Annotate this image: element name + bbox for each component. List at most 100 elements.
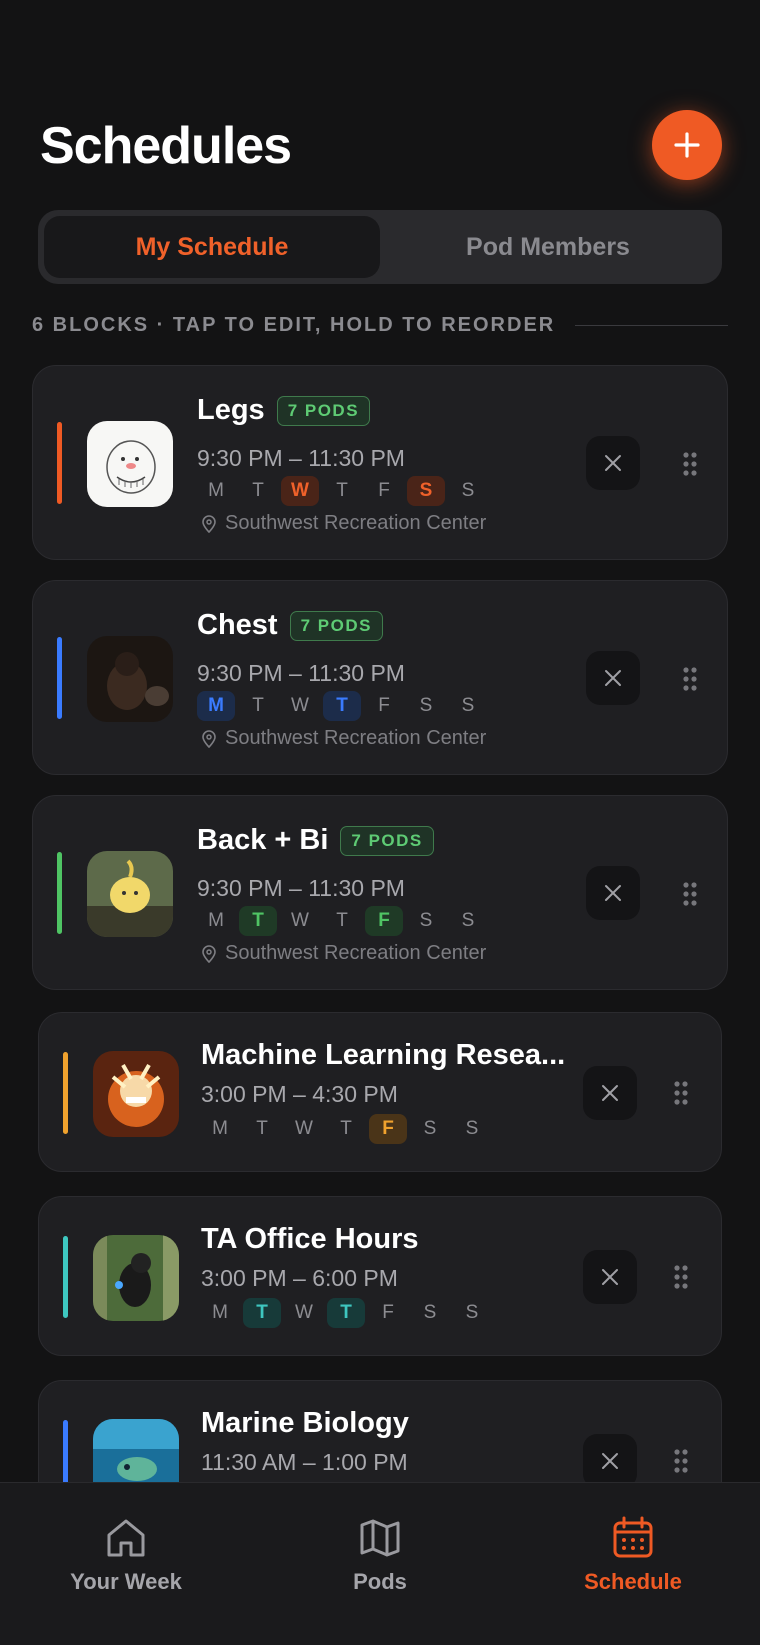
block-time: 9:30 PM – 11:30 PM: [197, 875, 405, 901]
day-toggle[interactable]: T: [239, 476, 277, 506]
block-thumbnail: [87, 851, 173, 937]
block-time: 3:00 PM – 4:30 PM: [201, 1081, 398, 1107]
divider: [575, 324, 728, 326]
schedule-block-card[interactable]: Legs 7 PODS 9:30 PM – 11:30 PM MTWTFSS S…: [32, 365, 728, 560]
add-block-button[interactable]: [652, 110, 722, 180]
day-toggle[interactable]: S: [411, 1114, 449, 1144]
block-thumbnail: [93, 1235, 179, 1321]
tab-label: Your Week: [70, 1569, 182, 1594]
day-toggle[interactable]: W: [285, 1114, 323, 1144]
remove-block-button[interactable]: [586, 436, 640, 490]
tab-schedule[interactable]: Schedule: [533, 1515, 733, 1595]
day-toggle[interactable]: S: [407, 691, 445, 721]
day-toggle[interactable]: W: [281, 906, 319, 936]
day-toggle[interactable]: F: [369, 1114, 407, 1144]
location-pin-icon: [202, 944, 216, 963]
day-toggle[interactable]: S: [449, 906, 487, 936]
day-toggle[interactable]: T: [323, 906, 361, 936]
schedule-block-card[interactable]: Machine Learning Resea... 3:00 PM – 4:30…: [38, 1012, 722, 1172]
segment-my-schedule[interactable]: My Schedule: [44, 216, 380, 278]
block-location: Southwest Recreation Center: [201, 512, 486, 535]
block-name: Back + Bi: [197, 824, 329, 856]
day-toggle[interactable]: W: [281, 476, 319, 506]
remove-block-button[interactable]: [583, 1066, 637, 1120]
block-location: Southwest Recreation Center: [201, 727, 486, 750]
day-toggle[interactable]: T: [327, 1114, 365, 1144]
tab-label: Pods: [353, 1569, 407, 1594]
schedule-block-card[interactable]: Back + Bi 7 PODS 9:30 PM – 11:30 PM MTWT…: [32, 795, 728, 990]
block-thumbnail: [87, 636, 173, 722]
schedule-block-card[interactable]: TA Office Hours 3:00 PM – 6:00 PM MTWTFS…: [38, 1196, 722, 1356]
tab-your-week[interactable]: Your Week: [26, 1515, 226, 1595]
drag-handle-icon[interactable]: [673, 1448, 689, 1474]
location-pin-icon: [202, 514, 216, 533]
day-toggle[interactable]: S: [453, 1114, 491, 1144]
remove-block-button[interactable]: [586, 651, 640, 705]
block-name: Marine Biology: [201, 1407, 409, 1439]
day-toggle[interactable]: T: [243, 1298, 281, 1328]
block-time: 9:30 PM – 11:30 PM: [197, 660, 405, 686]
day-selector: MTWTFSS: [197, 906, 487, 936]
day-toggle[interactable]: W: [281, 691, 319, 721]
drag-handle-icon[interactable]: [682, 666, 698, 692]
remove-block-button[interactable]: [583, 1434, 637, 1488]
drag-handle-icon[interactable]: [682, 881, 698, 907]
location-pin-icon: [202, 729, 216, 748]
close-icon: [605, 455, 621, 471]
day-toggle[interactable]: F: [365, 476, 403, 506]
tab-label: Schedule: [584, 1569, 682, 1594]
day-toggle[interactable]: W: [285, 1298, 323, 1328]
day-toggle[interactable]: T: [323, 691, 361, 721]
block-color-bar: [57, 637, 62, 719]
location-text: Southwest Recreation Center: [225, 942, 487, 964]
schedule-block-card[interactable]: Chest 7 PODS 9:30 PM – 11:30 PM MTWTFSS …: [32, 580, 728, 775]
day-toggle[interactable]: T: [243, 1114, 281, 1144]
block-location: Southwest Recreation Center: [201, 942, 486, 965]
day-toggle[interactable]: M: [197, 476, 235, 506]
plus-icon: [674, 132, 700, 158]
day-selector: MTWTFSS: [201, 1298, 491, 1328]
tab-pods[interactable]: Pods: [280, 1515, 480, 1595]
day-toggle[interactable]: M: [201, 1298, 239, 1328]
day-toggle[interactable]: F: [365, 691, 403, 721]
remove-block-button[interactable]: [586, 866, 640, 920]
pods-badge: 7 PODS: [340, 825, 434, 856]
day-toggle[interactable]: T: [239, 906, 277, 936]
pods-badge: 7 PODS: [276, 395, 371, 426]
block-time: 9:30 PM – 11:30 PM: [197, 445, 405, 471]
day-toggle[interactable]: T: [239, 691, 277, 721]
day-selector: MTWTFSS: [197, 476, 487, 506]
block-color-bar: [57, 852, 62, 934]
block-time: 3:00 PM – 6:00 PM: [201, 1265, 398, 1291]
block-time: 11:30 AM – 1:00 PM: [201, 1449, 408, 1475]
day-toggle[interactable]: M: [197, 691, 235, 721]
day-toggle[interactable]: F: [369, 1298, 407, 1328]
drag-handle-icon[interactable]: [682, 451, 698, 477]
block-color-bar: [57, 422, 62, 504]
day-toggle[interactable]: M: [197, 906, 235, 936]
day-toggle[interactable]: F: [365, 906, 403, 936]
segment-pod-members[interactable]: Pod Members: [380, 216, 716, 278]
day-toggle[interactable]: S: [453, 1298, 491, 1328]
location-text: Southwest Recreation Center: [225, 727, 487, 749]
section-header: 6 BLOCKS · TAP TO EDIT, HOLD TO REORDER: [32, 313, 728, 337]
drag-handle-icon[interactable]: [673, 1080, 689, 1106]
block-thumbnail: [93, 1051, 179, 1137]
day-toggle[interactable]: S: [407, 906, 445, 936]
day-toggle[interactable]: T: [323, 476, 361, 506]
day-toggle[interactable]: S: [449, 476, 487, 506]
calendar-icon: [613, 1516, 653, 1558]
block-name: Legs: [197, 394, 265, 426]
day-toggle[interactable]: M: [201, 1114, 239, 1144]
day-toggle[interactable]: S: [407, 476, 445, 506]
day-toggle[interactable]: S: [449, 691, 487, 721]
home-icon: [107, 1519, 145, 1557]
remove-block-button[interactable]: [583, 1250, 637, 1304]
block-name: Chest: [197, 609, 278, 641]
day-selector: MTWTFSS: [197, 691, 487, 721]
day-toggle[interactable]: T: [327, 1298, 365, 1328]
drag-handle-icon[interactable]: [673, 1264, 689, 1290]
day-toggle[interactable]: S: [411, 1298, 449, 1328]
block-name: TA Office Hours: [201, 1223, 419, 1255]
schedule-view-segmented-control: My Schedule Pod Members: [38, 210, 722, 284]
